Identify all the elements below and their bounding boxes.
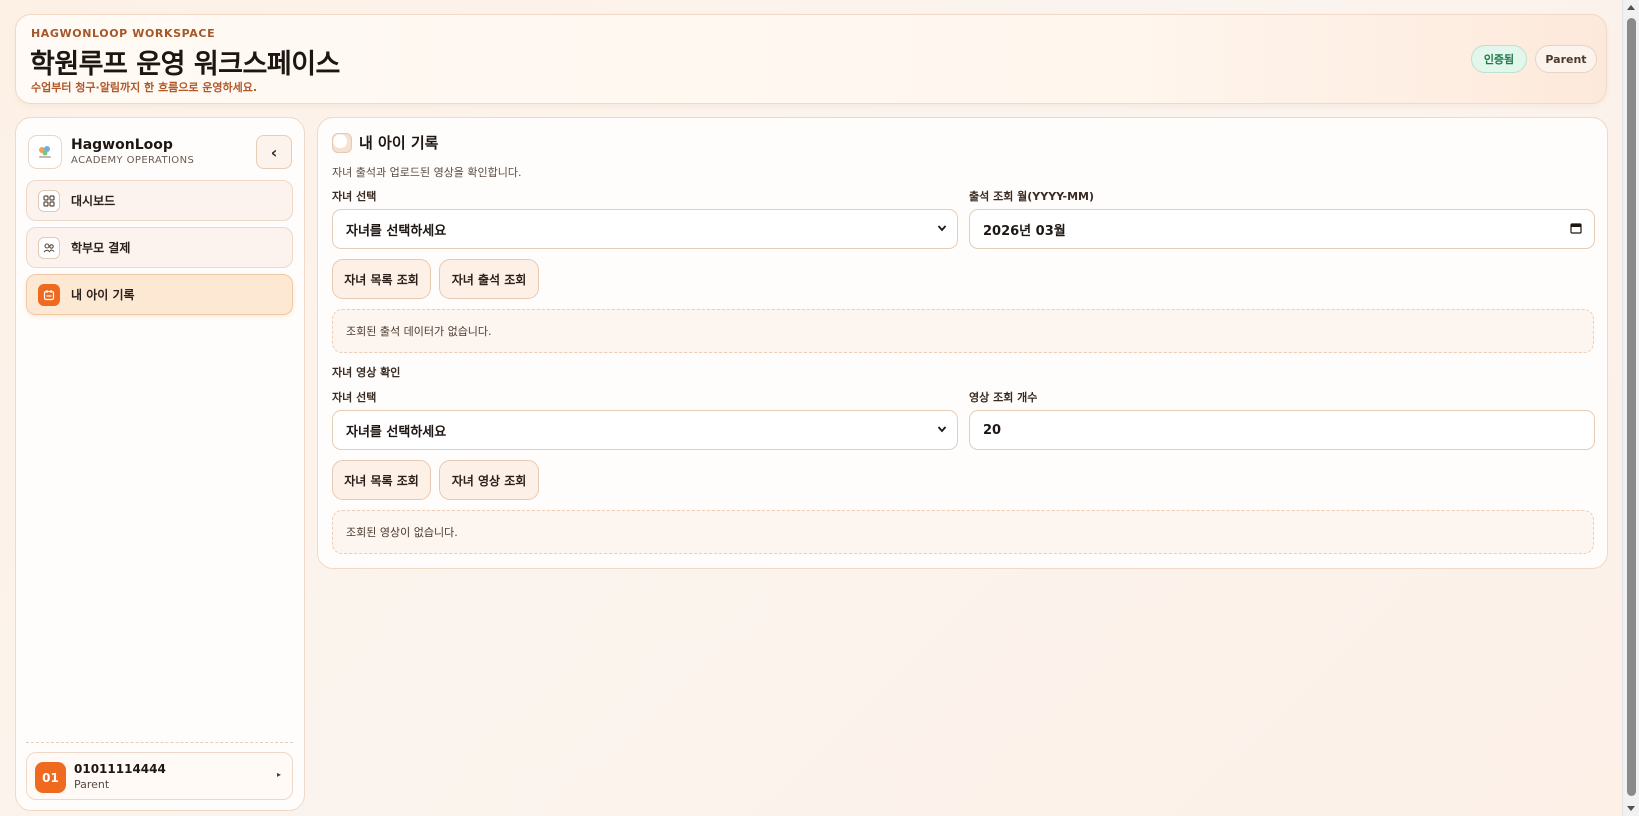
brand-subtitle: ACADEMY OPERATIONS: [71, 155, 195, 166]
calendar-record-icon: [38, 283, 60, 306]
video-child-select[interactable]: 자녀를 선택하세요: [332, 410, 958, 450]
header-kicker: HAGWONLOOP WORKSPACE: [31, 27, 216, 40]
logo-mark-icon: [39, 146, 51, 158]
attendance-empty-state: 조회된 출석 데이터가 없습니다.: [332, 309, 1594, 353]
section-description: 자녀 출석과 업로드된 영상을 확인합니다.: [332, 166, 522, 179]
calendar-picker-icon[interactable]: [1570, 222, 1582, 238]
section-header: 내 아이 기록: [332, 132, 438, 153]
attendance-month-label: 출석 조회 월(YYYY-MM): [969, 190, 1095, 203]
sidebar-item-dashboard[interactable]: 대시보드: [26, 180, 293, 221]
parents-users-icon: [38, 236, 60, 259]
sidebar-item-my-child-record[interactable]: 내 아이 기록: [26, 274, 293, 315]
video-child-label: 자녀 선택: [332, 391, 377, 404]
attendance-month-input[interactable]: 2026년 03월: [969, 209, 1595, 249]
sidebar-item-label: 학부모 결제: [71, 241, 131, 255]
caret-right-icon: ▸: [277, 770, 282, 779]
page-scrollbar[interactable]: [1622, 0, 1639, 816]
my-child-record-panel: 내 아이 기록 자녀 출석과 업로드된 영상을 확인합니다. 자녀 선택 자녀를…: [317, 117, 1608, 569]
child-video-query-button[interactable]: 자녀 영상 조회: [439, 460, 539, 500]
page-title: 학원루프 운영 워크스페이스: [30, 49, 340, 80]
sidebar-collapse-button[interactable]: ‹: [256, 135, 292, 169]
sidebar-item-parent-payment[interactable]: 학부모 결제: [26, 227, 293, 268]
sidebar-item-label: 대시보드: [71, 194, 116, 208]
video-empty-state: 조회된 영상이 없습니다.: [332, 510, 1594, 554]
scroll-down-arrow-icon[interactable]: [1627, 806, 1635, 811]
scroll-up-arrow-icon[interactable]: [1627, 5, 1635, 10]
brand-logo: [28, 135, 62, 169]
scrollbar-thumb[interactable]: [1627, 18, 1636, 796]
child-list-query-button[interactable]: 자녀 목록 조회: [332, 259, 431, 299]
chevron-down-icon: [937, 423, 947, 438]
attendance-child-select[interactable]: 자녀를 선택하세요: [332, 209, 958, 249]
video-count-label: 영상 조회 개수: [969, 391, 1038, 404]
attendance-child-select-value: 자녀를 선택하세요: [346, 223, 447, 239]
attendance-child-label: 자녀 선택: [332, 190, 377, 203]
avatar: 01: [35, 762, 66, 793]
app-root: HAGWONLOOP WORKSPACE 학원루프 운영 워크스페이스 수업부터…: [0, 0, 1622, 816]
workspace-header: HAGWONLOOP WORKSPACE 학원루프 운영 워크스페이스 수업부터…: [15, 14, 1607, 104]
user-profile-card[interactable]: 01 01011114444 Parent ▸: [26, 752, 293, 800]
video-count-value: 20: [983, 422, 1002, 438]
user-phone: 01011114444: [74, 762, 166, 776]
auth-status-badge: 인증됨: [1471, 45, 1527, 73]
dashboard-grid-icon: [38, 189, 60, 212]
sidebar: HagwonLoop ACADEMY OPERATIONS ‹ 대시보드 학부모…: [15, 117, 305, 811]
user-role: Parent: [74, 778, 110, 791]
chevron-left-icon: ‹: [270, 142, 278, 162]
video-section-title: 자녀 영상 확인: [332, 366, 401, 379]
section-toggle-icon[interactable]: [332, 132, 352, 153]
child-list-query-button-2[interactable]: 자녀 목록 조회: [332, 460, 431, 500]
chevron-down-icon: [937, 222, 947, 237]
sidebar-divider: [26, 742, 293, 743]
video-count-input[interactable]: 20: [969, 410, 1595, 450]
video-child-select-value: 자녀를 선택하세요: [346, 424, 447, 440]
header-subtitle: 수업부터 청구·알림까지 한 흐름으로 운영하세요.: [31, 81, 258, 94]
role-badge: Parent: [1535, 45, 1597, 73]
brand-name: HagwonLoop: [71, 137, 173, 153]
section-title: 내 아이 기록: [359, 134, 439, 152]
child-attendance-query-button[interactable]: 자녀 출석 조회: [439, 259, 539, 299]
sidebar-item-label: 내 아이 기록: [71, 288, 135, 302]
attendance-month-value: 2026년 03월: [983, 223, 1066, 239]
